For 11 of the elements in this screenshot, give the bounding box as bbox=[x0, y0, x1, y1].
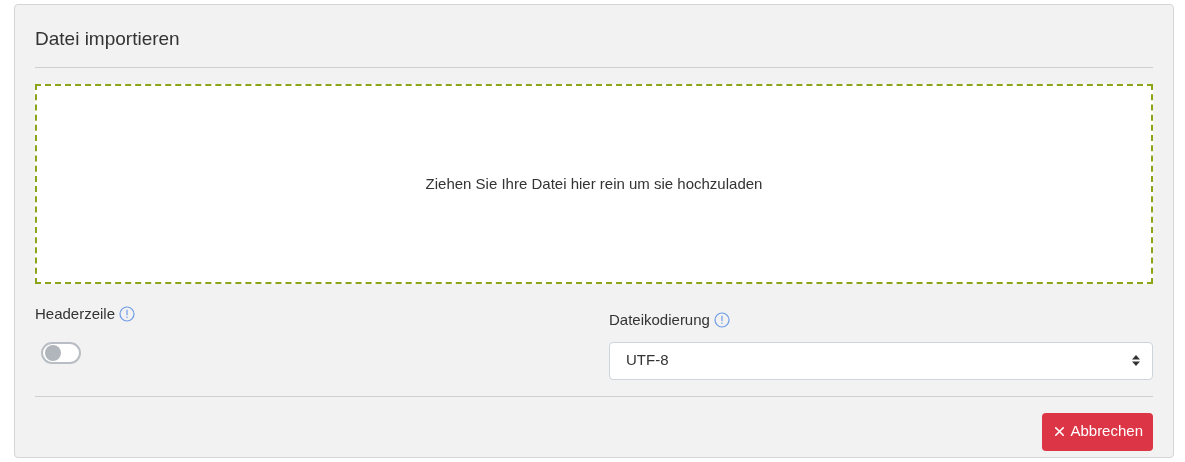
dropzone-text: Ziehen Sie Ihre Datei hier rein um sie hochzuladen bbox=[425, 173, 763, 194]
sort-caret-icon bbox=[1132, 355, 1140, 366]
header-row-toggle[interactable] bbox=[41, 341, 81, 364]
info-icon[interactable] bbox=[713, 312, 730, 329]
card-title: Datei importieren bbox=[35, 27, 181, 51]
info-icon[interactable] bbox=[119, 306, 136, 323]
encoding-select[interactable]: UTF-8 bbox=[609, 341, 1153, 380]
field-label: Dateikodierung bbox=[609, 310, 710, 330]
file-dropzone[interactable]: Ziehen Sie Ihre Datei hier rein um sie hochzuladen bbox=[35, 84, 1153, 284]
field-label: Headerzeile bbox=[35, 304, 116, 324]
cancel-button[interactable]: Abbrechen bbox=[1042, 412, 1153, 451]
